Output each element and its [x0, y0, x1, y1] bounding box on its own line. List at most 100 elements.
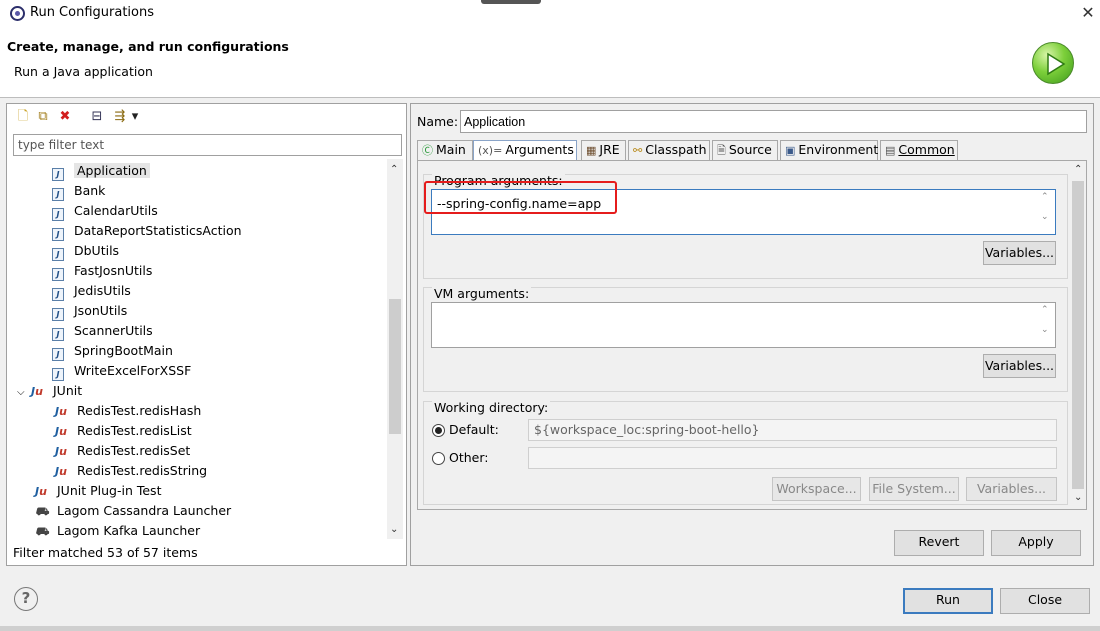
- configuration-editor-panel: Name: ⒸMain (x)=Arguments ▦JRE ⚯Classpat…: [410, 103, 1094, 566]
- other-radio[interactable]: [432, 452, 445, 465]
- java-app-icon: J: [52, 288, 64, 301]
- tree-item[interactable]: Ju RedisTest.redisSet: [55, 441, 190, 461]
- background-strip: [0, 626, 1100, 631]
- tree-item[interactable]: Ju RedisTest.redisList: [55, 421, 192, 441]
- run-button[interactable]: Run: [903, 588, 993, 614]
- tab-content-scrollbar-thumb[interactable]: [1072, 181, 1084, 489]
- tree-item[interactable]: J ScannerUtils: [52, 321, 153, 341]
- tree-item[interactable]: Ju RedisTest.redisHash: [55, 401, 201, 421]
- default-directory-field: ${workspace_loc:spring-boot-hello}: [528, 419, 1057, 441]
- title-bar: [0, 0, 1100, 28]
- java-app-icon: J: [52, 208, 64, 221]
- default-radio[interactable]: [432, 424, 445, 437]
- name-label: Name:: [417, 114, 459, 129]
- working-directory-group: Working directory: Default: ${workspace_…: [423, 400, 1068, 505]
- java-app-icon: J: [52, 308, 64, 321]
- tab-main[interactable]: Ⓒ Main: [417, 140, 473, 160]
- scroll-down-icon[interactable]: ⌄: [390, 524, 398, 535]
- tree-item[interactable]: J DbUtils: [52, 241, 119, 261]
- window-notch: [481, 0, 541, 4]
- close-button[interactable]: Close: [1000, 588, 1090, 614]
- vm-variables-button[interactable]: Variables...: [983, 354, 1056, 378]
- run-launch-icon: [1032, 42, 1074, 84]
- tree-scrollbar-thumb[interactable]: [389, 299, 401, 434]
- java-app-icon: J: [52, 368, 64, 381]
- java-app-icon: J: [52, 168, 64, 181]
- chevron-down-icon[interactable]: ⌵: [17, 383, 31, 403]
- tab-classpath[interactable]: ⚯ Classpath: [628, 140, 710, 160]
- tree-item-application[interactable]: J Application: [52, 161, 150, 181]
- jre-tab-icon: ▦: [586, 144, 597, 157]
- tree-item[interactable]: J CalendarUtils: [52, 201, 158, 221]
- tree-item[interactable]: J FastJosnUtils: [52, 261, 152, 281]
- tree-item[interactable]: J WriteExcelForXSSF: [52, 361, 191, 381]
- filter-config-icon[interactable]: ⇶: [110, 108, 130, 126]
- tab-jre[interactable]: ▦ JRE: [581, 140, 626, 160]
- tab-arguments[interactable]: (x)= Arguments: [473, 140, 577, 161]
- junit-icon: Ju: [55, 425, 67, 438]
- working-directory-label: Working directory:: [432, 400, 551, 415]
- vm-arguments-group: VM arguments: ⌃ ⌄ Variables...: [423, 286, 1068, 392]
- filter-status: Filter matched 53 of 57 items: [13, 545, 198, 560]
- tree-item[interactable]: J JedisUtils: [52, 281, 131, 301]
- name-input[interactable]: [460, 110, 1087, 133]
- tree-item-junit[interactable]: ⌵ Ju JUnit: [17, 381, 82, 401]
- textarea-scroll-icon[interactable]: ⌃ ⌄: [1041, 192, 1053, 222]
- filter-input[interactable]: [13, 134, 402, 156]
- lagom-kafka-icon: ⛟: [35, 525, 49, 538]
- configuration-tree: J Application J Bank J CalendarUtils J DataR…: [7, 159, 387, 539]
- scroll-down-icon[interactable]: ⌄: [1074, 492, 1082, 503]
- java-app-icon: J: [52, 228, 64, 241]
- revert-button[interactable]: Revert: [894, 530, 984, 556]
- java-app-icon: J: [52, 248, 64, 261]
- workspace-button[interactable]: Workspace...: [772, 477, 861, 501]
- tree-item[interactable]: J DataReportStatisticsAction: [52, 221, 242, 241]
- working-dir-variables-button[interactable]: Variables...: [966, 477, 1057, 501]
- annotation-highlight: [424, 181, 617, 214]
- tab-environment[interactable]: ▣ Environment: [780, 140, 878, 160]
- scroll-up-icon[interactable]: ⌃: [1074, 164, 1082, 175]
- header-title: Create, manage, and run configurations: [7, 39, 289, 54]
- configuration-list-panel: 🗋 ⧉ ✖ ⊟ ⇶ ▾ JApplication JBank JCalendar…: [6, 103, 407, 566]
- close-window-icon[interactable]: ✕: [1076, 2, 1100, 24]
- program-variables-button[interactable]: Variables...: [983, 241, 1056, 265]
- junit-plugin-icon: Ju: [35, 485, 47, 498]
- lagom-cassandra-icon: ⛟: [35, 505, 49, 518]
- view-menu-dropdown-icon[interactable]: ▾: [129, 108, 141, 126]
- environment-tab-icon: ▣: [785, 144, 796, 157]
- tree-item[interactable]: ⛟ Lagom Kafka Launcher: [35, 521, 200, 539]
- new-launch-config-icon[interactable]: 🗋: [13, 108, 33, 126]
- tree-item[interactable]: Ju RedisTest.redisString: [55, 461, 207, 481]
- tree-item[interactable]: J SpringBootMain: [52, 341, 173, 361]
- tab-common[interactable]: ▤ Common: [880, 140, 958, 160]
- main-tab-icon: Ⓒ: [422, 144, 433, 157]
- help-icon[interactable]: ?: [14, 587, 38, 611]
- tree-item[interactable]: J JsonUtils: [52, 301, 127, 321]
- tree-item[interactable]: ⛟ Lagom Cassandra Launcher: [35, 501, 231, 521]
- scroll-up-icon[interactable]: ⌃: [390, 164, 398, 175]
- delete-config-icon[interactable]: ✖: [55, 108, 75, 126]
- window-title: Run Configurations: [30, 5, 154, 20]
- java-app-icon: J: [52, 188, 64, 201]
- vm-arguments-label: VM arguments:: [432, 286, 532, 301]
- vm-arguments-input[interactable]: ⌃ ⌄: [431, 302, 1056, 348]
- tree-item[interactable]: J Bank: [52, 181, 105, 201]
- apply-button[interactable]: Apply: [991, 530, 1081, 556]
- duplicate-config-icon[interactable]: ⧉: [33, 108, 53, 126]
- tab-source[interactable]: 🗎 Source: [712, 140, 778, 160]
- collapse-all-icon[interactable]: ⊟: [87, 108, 107, 126]
- classpath-tab-icon: ⚯: [633, 144, 643, 157]
- junit-icon: Ju: [55, 405, 67, 418]
- junit-icon: Ju: [55, 445, 67, 458]
- common-tab-icon: ▤: [885, 144, 896, 157]
- source-tab-icon: 🗎: [717, 144, 726, 157]
- default-radio-label: Default:: [449, 422, 499, 437]
- java-app-icon: J: [52, 328, 64, 341]
- eclipse-app-icon: [10, 6, 25, 21]
- java-app-icon: J: [52, 268, 64, 281]
- tree-item[interactable]: Ju JUnit Plug-in Test: [35, 481, 161, 501]
- other-directory-field[interactable]: [528, 447, 1057, 469]
- textarea-scroll-icon[interactable]: ⌃ ⌄: [1041, 305, 1053, 335]
- file-system-button[interactable]: File System...: [869, 477, 959, 501]
- java-app-icon: J: [52, 348, 64, 361]
